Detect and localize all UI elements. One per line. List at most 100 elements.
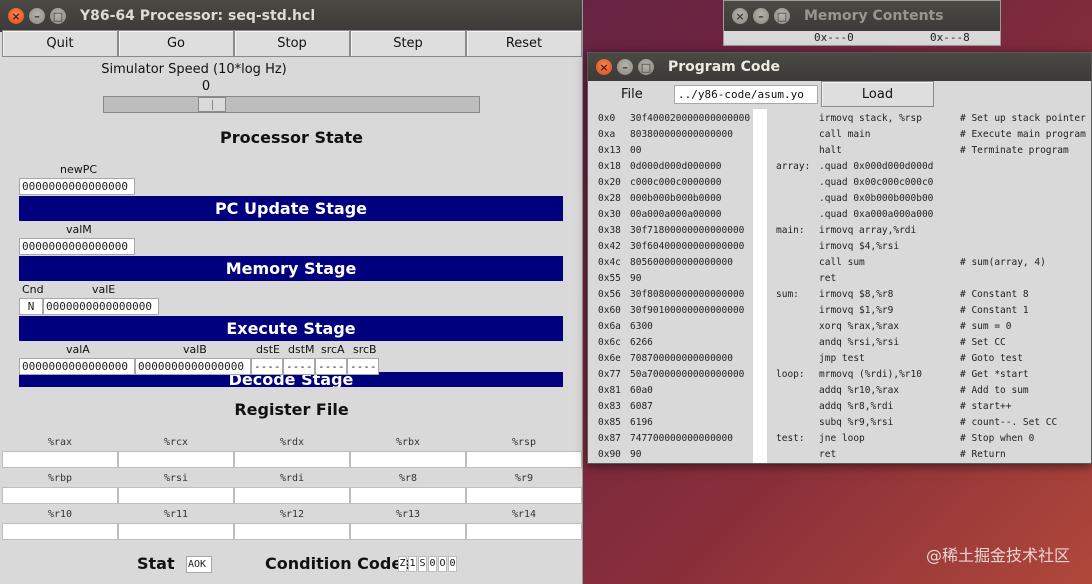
code-line: 0x0 30f400020000000000000 irmovq stack, %r… [588, 111, 1092, 127]
maximize-icon[interactable]: □ [774, 8, 790, 24]
code-comment: # Stop when 0 [960, 433, 1035, 444]
dstm-label: dstM [288, 343, 315, 356]
register-name: %rbp [2, 470, 118, 487]
watermark: @稀土掘金技术社区 [925, 546, 1070, 565]
code-address: 0x28 [598, 193, 621, 204]
step-button[interactable]: Step [350, 30, 466, 57]
register-name: %r13 [350, 506, 466, 523]
code-label: sum: [776, 289, 799, 300]
register-name: %rbx [350, 434, 466, 451]
memory-column-header: 0x---8 [930, 31, 970, 44]
code-address: 0x77 [598, 369, 621, 380]
load-button[interactable]: Load [821, 81, 934, 107]
code-instruction: irmovq array,%rdi [819, 225, 917, 236]
dste-label: dstE [256, 343, 280, 356]
code-address: 0x30 [598, 209, 621, 220]
code-instruction: .quad 0x00c000c000c0 [819, 177, 934, 188]
stat-value: AOK [186, 556, 212, 573]
register-value [466, 451, 582, 468]
memory-titlebar: × – □ Memory Contents [724, 1, 1000, 31]
condition-flag-name: Z [398, 556, 407, 572]
code-address: 0x90 [598, 449, 621, 460]
quit-button[interactable]: Quit [2, 30, 118, 57]
code-line: 0x87 747700000000000000 test: jne loop # Sto… [588, 431, 1092, 447]
code-address: 0x81 [598, 385, 621, 396]
code-instruction: xorq %rax,%rax [819, 321, 900, 332]
control-toolbar: Quit Go Stop Step Reset [2, 30, 582, 57]
memory-column-header: 0x---0 [814, 31, 854, 44]
code-comment: # sum(array, 4) [960, 257, 1046, 268]
code-instruction: .quad 0x0b000b000b00 [819, 193, 934, 204]
code-comment: # Execute main program [960, 129, 1086, 140]
minimize-icon[interactable]: – [753, 8, 769, 24]
code-bytes: 90 [630, 273, 642, 284]
code-instruction: irmovq $1,%r9 [819, 305, 894, 316]
file-path-input[interactable]: ../y86-code/asum.yo [674, 85, 818, 104]
code-instruction: call sum [819, 257, 865, 268]
code-line: 0x20 c000c000c0000000 .quad 0x00c000c000c0 [588, 175, 1092, 191]
code-address: 0x6e [598, 353, 621, 364]
code-comment: # Set CC [960, 337, 1006, 348]
code-line: 0x83 6087 addq %r8,%rdi # start++ [588, 399, 1092, 415]
speed-slider-handle[interactable] [198, 97, 226, 112]
condition-flag-name: S [418, 556, 427, 572]
code-instruction: mrmovq (%rdi),%r10 [819, 369, 922, 380]
code-instruction: .quad 0x000d000d000d [819, 161, 934, 172]
valm-value: 0000000000000000 [19, 238, 135, 255]
srca-value: ---- [315, 358, 347, 375]
memory-window: × – □ Memory Contents 0x---0 0x---8 [723, 0, 1001, 46]
code-comment: # Constant 1 [960, 305, 1029, 316]
code-bytes: c000c000c0000000 [630, 177, 722, 188]
code-address: 0x85 [598, 417, 621, 428]
code-instruction: irmovq stack, %rsp [819, 113, 922, 124]
newpc-value: 0000000000000000 [19, 178, 135, 195]
close-icon[interactable]: × [596, 59, 612, 75]
newpc-label: newPC [60, 163, 98, 176]
register-name: %r8 [350, 470, 466, 487]
stop-button[interactable]: Stop [234, 30, 350, 57]
code-instruction: subq %r9,%rsi [819, 417, 894, 428]
maximize-icon[interactable]: □ [50, 8, 66, 24]
register-value [466, 487, 582, 504]
code-line: 0xa 803800000000000000 call main # Execute … [588, 127, 1092, 143]
window-title: Y86-64 Processor: seq-std.hcl [80, 8, 316, 24]
code-address: 0x87 [598, 433, 621, 444]
go-button[interactable]: Go [118, 30, 234, 57]
code-comment: # count--. Set CC [960, 417, 1058, 428]
code-bytes: 90 [630, 449, 642, 460]
register-value [234, 487, 350, 504]
vale-value: 0000000000000000 [43, 298, 159, 315]
code-bytes: 000b000b000b0000 [630, 193, 722, 204]
register-name: %rsp [466, 434, 582, 451]
minimize-icon[interactable]: – [29, 8, 45, 24]
speed-label: Simulator Speed (10*log Hz) [101, 62, 287, 77]
memory-window-title: Memory Contents [804, 8, 944, 24]
code-address: 0x55 [598, 273, 621, 284]
program-window-title: Program Code [668, 59, 781, 75]
code-instruction: addq %r10,%rax [819, 385, 900, 396]
speed-slider[interactable] [103, 96, 480, 113]
valb-label: valB [183, 343, 207, 356]
memory-stage: Memory Stage [19, 256, 563, 281]
reset-button[interactable]: Reset [466, 30, 582, 57]
code-line: 0x81 60a0 addq %r10,%rax # Add to sum [588, 383, 1092, 399]
program-code-listing: 0x0 30f400020000000000000 irmovq stack, %r… [588, 109, 1092, 463]
register-value [118, 451, 234, 468]
code-instruction: halt [819, 145, 842, 156]
srcb-label: srcB [353, 343, 377, 356]
register-value [234, 451, 350, 468]
register-name: %r12 [234, 506, 350, 523]
minimize-icon[interactable]: – [617, 59, 633, 75]
srcb-value: ---- [347, 358, 379, 375]
code-bytes: 50a70000000000000000 [630, 369, 745, 380]
code-bytes: 30f80800000000000000 [630, 289, 745, 300]
register-name: %rcx [118, 434, 234, 451]
code-comment: # Constant 8 [960, 289, 1029, 300]
speed-value: 0 [201, 79, 211, 94]
maximize-icon[interactable]: □ [638, 59, 654, 75]
code-instruction: addq %r8,%rdi [819, 401, 894, 412]
close-icon[interactable]: × [732, 8, 748, 24]
close-icon[interactable]: × [8, 8, 24, 24]
code-line: 0x42 30f60400000000000000 irmovq $4,%rsi [588, 239, 1092, 255]
code-line: 0x13 00 halt # Terminate program [588, 143, 1092, 159]
